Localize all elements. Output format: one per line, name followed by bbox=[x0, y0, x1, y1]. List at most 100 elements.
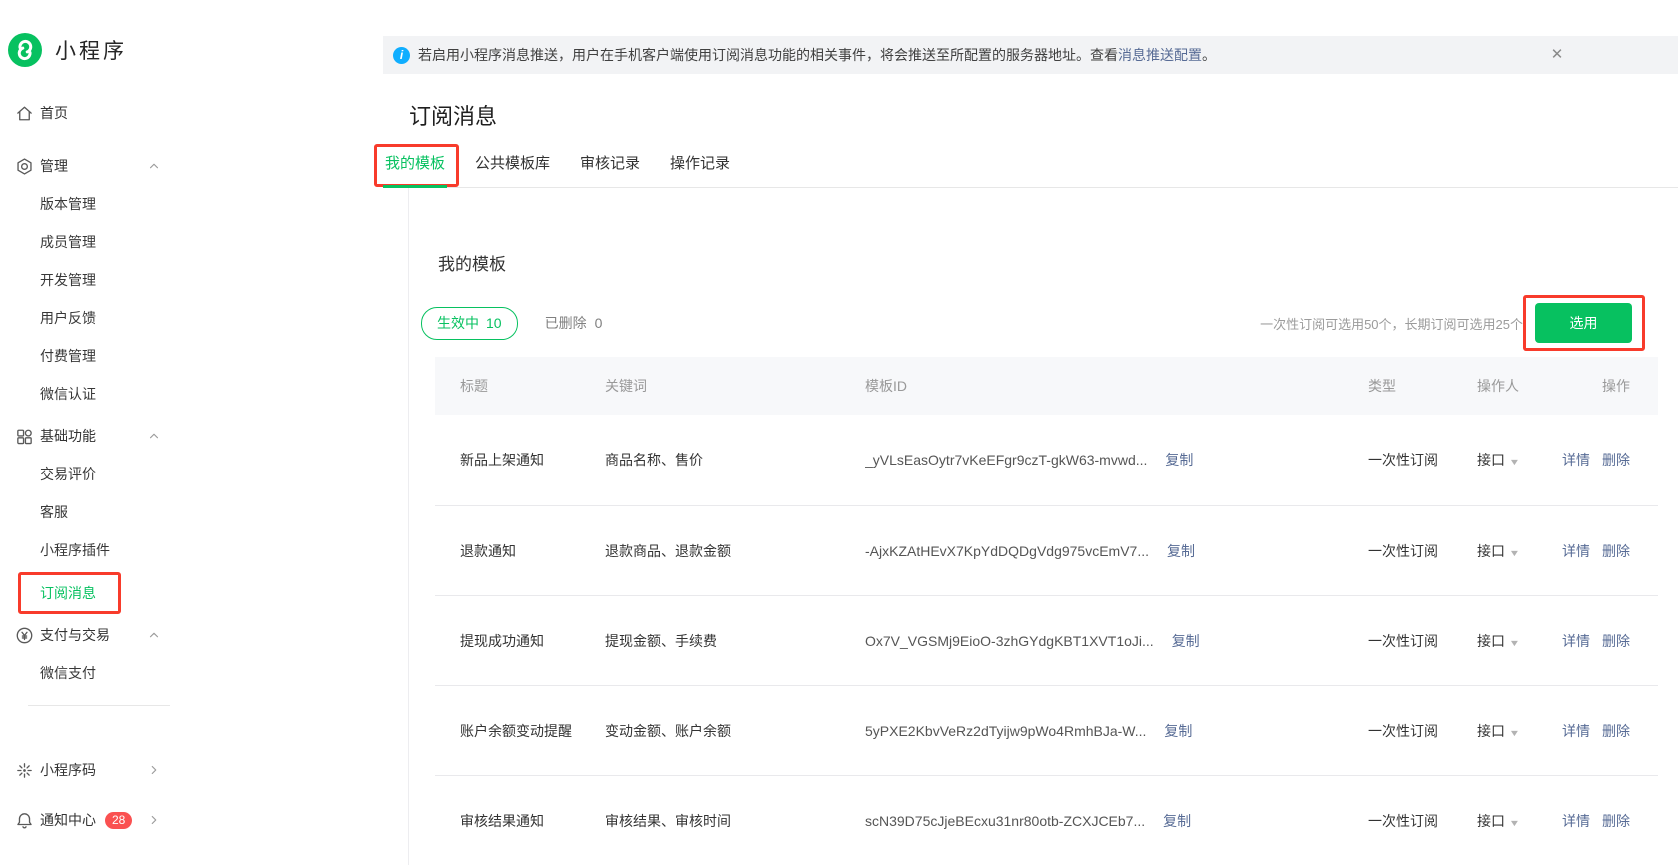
sidebar-item-label: 客服 bbox=[40, 502, 68, 522]
tab-operation-records[interactable]: 操作记录 bbox=[668, 152, 732, 187]
sidebar-bottom-item-1[interactable]: 通知中心28 bbox=[0, 798, 200, 842]
copy-link[interactable]: 复制 bbox=[1164, 721, 1192, 741]
sidebar: 小程序 首页管理版本管理成员管理开发管理用户反馈付费管理微信认证基础功能交易评价… bbox=[0, 0, 200, 855]
cell-title: 账户余额变动提醒 bbox=[435, 721, 605, 741]
cell-type: 一次性订阅 bbox=[1368, 541, 1477, 561]
close-icon[interactable]: ✕ bbox=[1548, 46, 1566, 64]
page-title: 订阅消息 bbox=[409, 99, 1678, 131]
detail-link[interactable]: 详情 bbox=[1562, 813, 1590, 829]
copy-link[interactable]: 复制 bbox=[1163, 811, 1191, 831]
filter-deleted[interactable]: 已删除0 bbox=[545, 313, 603, 333]
sidebar-item-9[interactable]: 交易评价 bbox=[0, 455, 200, 493]
tab-public-library[interactable]: 公共模板库 bbox=[473, 152, 552, 187]
sidebar-item-3[interactable]: 成员管理 bbox=[0, 223, 200, 261]
tab-my-templates[interactable]: 我的模板 bbox=[383, 152, 447, 187]
delete-link[interactable]: 删除 bbox=[1602, 452, 1630, 468]
sidebar-item-label: 微信支付 bbox=[40, 663, 96, 683]
tab-label: 我的模板 bbox=[385, 155, 445, 172]
operator-dropdown[interactable]: 接口▼ bbox=[1477, 450, 1558, 470]
sidebar-item-8[interactable]: 基础功能 bbox=[0, 417, 200, 455]
detail-link[interactable]: 详情 bbox=[1562, 633, 1590, 649]
detail-link[interactable]: 详情 bbox=[1562, 452, 1590, 468]
select-template-button[interactable]: 选用 bbox=[1535, 303, 1632, 343]
operator-label: 接口 bbox=[1477, 723, 1505, 739]
sidebar-item-label: 小程序码 bbox=[40, 760, 96, 780]
cell-title: 提现成功通知 bbox=[435, 631, 605, 651]
features-icon bbox=[14, 426, 34, 446]
cell-type: 一次性订阅 bbox=[1368, 721, 1477, 741]
detail-link[interactable]: 详情 bbox=[1562, 543, 1590, 559]
templates-table: 标题 关键词 模板ID 类型 操作人 操作 新品上架通知商品名称、售价_yVLs… bbox=[435, 357, 1658, 865]
delete-link[interactable]: 删除 bbox=[1602, 633, 1630, 649]
sidebar-item-1[interactable]: 管理 bbox=[0, 147, 200, 185]
panel-heading: 我的模板 bbox=[438, 188, 1678, 275]
table-body: 新品上架通知商品名称、售价_yVLsEasOytr7vKeEFgr9czT-gk… bbox=[435, 415, 1658, 865]
sidebar-item-6[interactable]: 付费管理 bbox=[0, 337, 200, 375]
chevron-right-icon[interactable] bbox=[146, 762, 162, 778]
sidebar-item-label: 成员管理 bbox=[40, 232, 96, 252]
cell-keywords: 变动金额、账户余额 bbox=[605, 721, 865, 741]
table-row: 账户余额变动提醒变动金额、账户余额5yPXE2KbvVeRz2dTyijw9pW… bbox=[435, 685, 1658, 775]
copy-link[interactable]: 复制 bbox=[1172, 631, 1200, 651]
column-header-keywords: 关键词 bbox=[605, 376, 865, 396]
copy-link[interactable]: 复制 bbox=[1167, 541, 1195, 561]
sidebar-divider bbox=[28, 705, 170, 706]
chevron-up-icon[interactable] bbox=[146, 627, 162, 643]
delete-link[interactable]: 删除 bbox=[1602, 813, 1630, 829]
detail-link[interactable]: 详情 bbox=[1562, 723, 1590, 739]
payment-icon bbox=[14, 625, 34, 645]
template-id-text: scN39D75cJjeBEcxu31nr80otb-ZCXJCEb7... bbox=[865, 813, 1145, 829]
column-header-actions: 操作 bbox=[1558, 376, 1658, 396]
notice-config-link[interactable]: 消息推送配置 bbox=[1118, 45, 1202, 65]
operator-dropdown[interactable]: 接口▼ bbox=[1477, 631, 1558, 651]
template-id-text: 5yPXE2KbvVeRz2dTyijw9pWo4RmhBJa-W... bbox=[865, 723, 1146, 739]
filter-row: 生效中10 已删除0 一次性订阅可选用50个，长期订阅可选用25个 选用 bbox=[438, 303, 1632, 343]
cell-template-id: Ox7V_VGSMj9EioO-3zhGYdgKBT1XVT1oJi... 复制 bbox=[865, 631, 1368, 651]
chevron-up-icon[interactable] bbox=[146, 428, 162, 444]
cell-title: 审核结果通知 bbox=[435, 811, 605, 831]
sidebar-nav: 首页管理版本管理成员管理开发管理用户反馈付费管理微信认证基础功能交易评价客服小程… bbox=[0, 94, 200, 692]
sidebar-item-5[interactable]: 用户反馈 bbox=[0, 299, 200, 337]
column-header-operator: 操作人 bbox=[1477, 376, 1558, 396]
copy-link[interactable]: 复制 bbox=[1165, 450, 1193, 470]
table-row: 提现成功通知提现金额、手续费Ox7V_VGSMj9EioO-3zhGYdgKBT… bbox=[435, 595, 1658, 685]
sidebar-item-7[interactable]: 微信认证 bbox=[0, 375, 200, 413]
app-title: 小程序 bbox=[55, 35, 127, 65]
delete-link[interactable]: 删除 bbox=[1602, 543, 1630, 559]
filter-active-label: 生效中 bbox=[437, 315, 479, 331]
template-id-text: -AjxKZAtHEvX7KpYdDQDgVdg975vcEmV7... bbox=[865, 543, 1149, 559]
sidebar-item-label: 首页 bbox=[40, 103, 68, 123]
sidebar-item-label: 交易评价 bbox=[40, 464, 96, 484]
template-id-text: Ox7V_VGSMj9EioO-3zhGYdgKBT1XVT1oJi... bbox=[865, 633, 1154, 649]
operator-label: 接口 bbox=[1477, 543, 1505, 559]
my-templates-panel: 我的模板 生效中10 已删除0 一次性订阅可选用50个，长期订阅可选用25个 选… bbox=[408, 188, 1678, 865]
cell-actions: 详情删除 bbox=[1558, 721, 1658, 741]
caret-down-icon: ▼ bbox=[1509, 638, 1521, 648]
caret-down-icon: ▼ bbox=[1509, 548, 1521, 558]
sidebar-item-0[interactable]: 首页 bbox=[0, 94, 200, 132]
sidebar-bottom-item-0[interactable]: 小程序码 bbox=[0, 748, 200, 792]
operator-dropdown[interactable]: 接口 ▼ bbox=[1477, 541, 1558, 561]
chevron-right-icon[interactable] bbox=[146, 812, 162, 828]
cell-actions: 详情删除 bbox=[1558, 450, 1658, 470]
chevron-up-icon[interactable] bbox=[146, 158, 162, 174]
tab-review-records[interactable]: 审核记录 bbox=[578, 152, 642, 187]
cell-actions: 详情删除 bbox=[1558, 811, 1658, 831]
sidebar-item-14[interactable]: 微信支付 bbox=[0, 654, 200, 692]
sidebar-item-label: 小程序插件 bbox=[40, 540, 110, 560]
cell-title: 退款通知 bbox=[435, 541, 605, 561]
app-logo: 小程序 bbox=[8, 33, 200, 67]
tab-label: 公共模板库 bbox=[475, 155, 550, 172]
sidebar-item-13[interactable]: 支付与交易 bbox=[0, 616, 200, 654]
sidebar-item-2[interactable]: 版本管理 bbox=[0, 185, 200, 223]
sidebar-item-11[interactable]: 小程序插件 bbox=[0, 531, 200, 569]
sidebar-item-12[interactable]: 订阅消息 bbox=[0, 574, 200, 612]
sidebar-item-4[interactable]: 开发管理 bbox=[0, 261, 200, 299]
delete-link[interactable]: 删除 bbox=[1602, 723, 1630, 739]
operator-dropdown[interactable]: 接口▼ bbox=[1477, 721, 1558, 741]
sidebar-item-label: 管理 bbox=[40, 156, 68, 176]
filter-active-pill[interactable]: 生效中10 bbox=[421, 307, 518, 340]
select-button-wrap: 选用 bbox=[1535, 303, 1632, 343]
operator-dropdown[interactable]: 接口▼ bbox=[1477, 811, 1558, 831]
sidebar-item-10[interactable]: 客服 bbox=[0, 493, 200, 531]
